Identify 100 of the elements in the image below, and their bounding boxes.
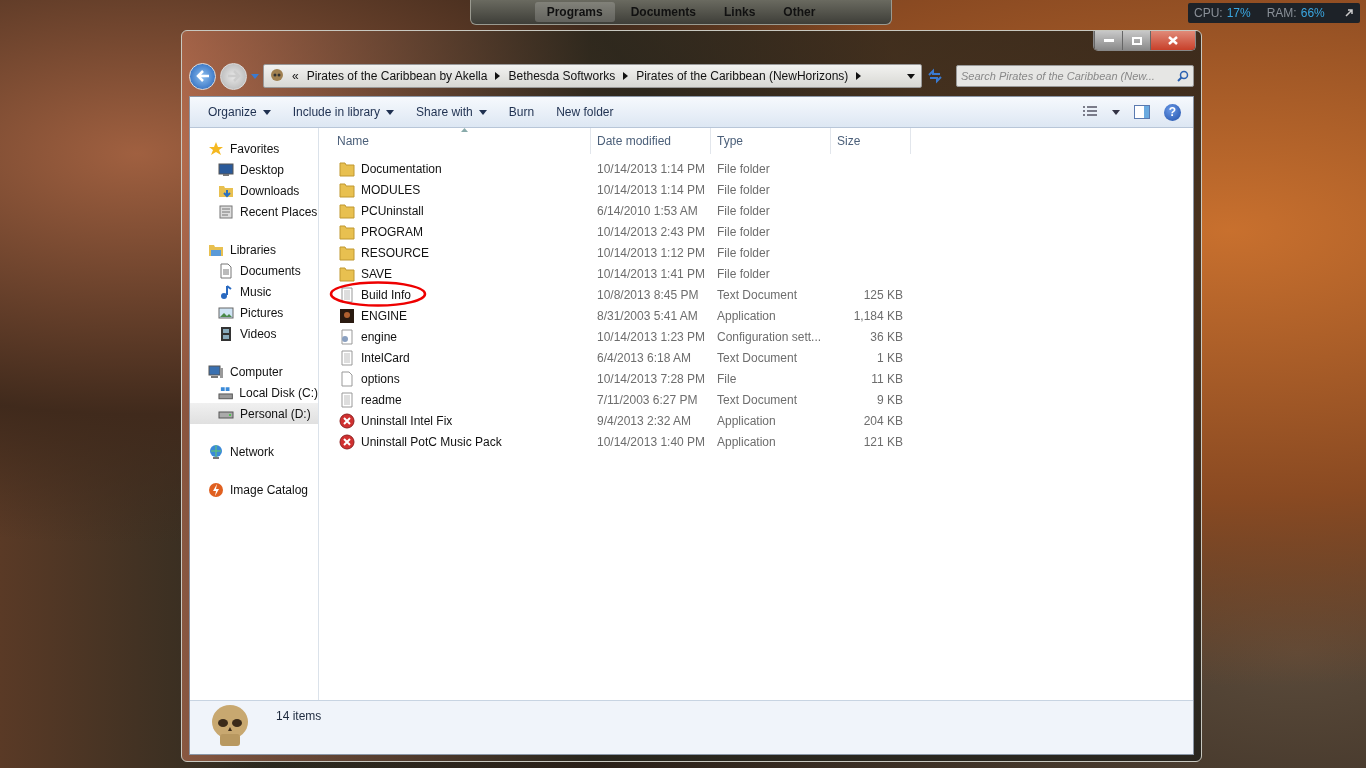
nav-item[interactable]: Favorites bbox=[190, 138, 318, 159]
nav-item[interactable]: Documents bbox=[190, 260, 318, 281]
toolbar-button[interactable]: Burn bbox=[500, 100, 543, 124]
column-header[interactable]: Type bbox=[711, 128, 831, 154]
date-cell-text: 6/4/2013 6:18 AM bbox=[596, 350, 693, 365]
dock-tab[interactable]: Programs bbox=[534, 2, 615, 22]
nav-item[interactable]: Videos bbox=[190, 323, 318, 344]
date-cell-text: 10/14/2013 1:14 PM bbox=[596, 182, 707, 197]
network-icon bbox=[208, 443, 224, 460]
nav-item[interactable]: Recent Places bbox=[190, 201, 318, 222]
nav-item[interactable]: Network bbox=[190, 441, 318, 462]
minimize-button[interactable] bbox=[1094, 31, 1122, 50]
chevron-icon[interactable] bbox=[623, 72, 629, 80]
type-cell-text: Text Document bbox=[716, 392, 799, 407]
date-cell-text: 6/14/2010 1:53 AM bbox=[596, 203, 699, 218]
column-header[interactable]: Date modified bbox=[591, 128, 711, 154]
config-file-icon bbox=[339, 328, 355, 345]
nav-item[interactable]: Computer bbox=[190, 361, 318, 382]
caret-icon bbox=[386, 109, 395, 115]
nav-item[interactable]: Libraries bbox=[190, 239, 318, 260]
forward-button[interactable] bbox=[220, 62, 247, 90]
file-name[interactable]: SAVE bbox=[331, 265, 591, 282]
column-header[interactable]: Size bbox=[831, 128, 911, 154]
nav-item[interactable]: Desktop bbox=[190, 159, 318, 180]
picture-icon bbox=[218, 304, 234, 321]
date-cell-text: 10/8/2013 8:45 PM bbox=[596, 287, 700, 302]
text-document-icon bbox=[339, 286, 355, 303]
preview-pane-icon[interactable] bbox=[1134, 105, 1150, 119]
file-name[interactable]: readme bbox=[331, 391, 591, 408]
expand-arrow-icon[interactable] bbox=[1344, 8, 1354, 18]
date-cell-text: 10/14/2013 2:43 PM bbox=[596, 224, 707, 239]
folder-icon bbox=[339, 244, 355, 261]
size-cell-text: 9 KB bbox=[876, 392, 904, 407]
item-count: 14 items bbox=[276, 709, 322, 723]
file-name[interactable]: Documentation bbox=[331, 160, 591, 177]
nav-item[interactable]: Downloads bbox=[190, 180, 318, 201]
view-list-icon[interactable] bbox=[1082, 105, 1098, 119]
star-icon bbox=[208, 140, 224, 157]
close-button[interactable] bbox=[1150, 31, 1195, 50]
file-name[interactable]: RESOURCE bbox=[331, 244, 591, 261]
maximize-button[interactable] bbox=[1122, 31, 1150, 50]
date-cell-text: 10/14/2013 1:12 PM bbox=[596, 245, 707, 260]
lightning-icon bbox=[208, 481, 224, 498]
file-name[interactable]: IntelCard bbox=[331, 349, 591, 366]
address-bar[interactable]: « Pirates of the Caribbean by Akella Bethesda Softworks Pirates of the Caribbean (NewHorizons) bbox=[263, 64, 922, 88]
type-cell-text: Application bbox=[716, 413, 777, 428]
file-name[interactable]: PCUninstall bbox=[331, 202, 591, 219]
type-cell-text: File folder bbox=[716, 266, 771, 281]
caret-icon bbox=[1112, 109, 1120, 115]
search-field[interactable]: Search Pirates of the Caribbean (New... bbox=[956, 65, 1194, 87]
type-cell-text: File folder bbox=[716, 245, 771, 260]
nav-item[interactable]: Music bbox=[190, 281, 318, 302]
nav-item[interactable]: Personal (D:) bbox=[190, 403, 318, 424]
file-name[interactable]: Build Info bbox=[331, 286, 591, 303]
toolbar-button[interactable]: New folder bbox=[548, 100, 622, 124]
search-icon bbox=[1177, 70, 1189, 82]
breadcrumb-overflow[interactable]: « bbox=[292, 69, 299, 83]
chevron-icon[interactable] bbox=[856, 72, 862, 80]
file-name[interactable]: PROGRAM bbox=[331, 223, 591, 240]
breadcrumb-segment[interactable]: Pirates of the Caribbean by Akella bbox=[306, 69, 488, 83]
nav-item[interactable]: Image Catalog bbox=[190, 479, 318, 500]
computer-icon bbox=[208, 363, 224, 380]
skull-icon bbox=[270, 69, 284, 83]
size-cell-text: 36 KB bbox=[869, 329, 904, 344]
file-name[interactable]: engine bbox=[331, 328, 591, 345]
type-cell-text: Text Document bbox=[716, 287, 799, 302]
type-cell-text: File folder bbox=[716, 224, 771, 239]
chevron-icon[interactable] bbox=[495, 72, 501, 80]
type-cell-text: Text Document bbox=[716, 350, 799, 365]
back-button[interactable] bbox=[189, 62, 216, 90]
size-cell-text: 121 KB bbox=[862, 434, 904, 449]
toolbar-button[interactable]: Share with bbox=[408, 100, 495, 124]
caret-icon bbox=[907, 73, 915, 79]
breadcrumb-segment[interactable]: Pirates of the Caribbean (NewHorizons) bbox=[636, 69, 849, 83]
breadcrumb-segment[interactable]: Bethesda Softworks bbox=[508, 69, 616, 83]
toolbar-button[interactable]: Include in library bbox=[284, 100, 403, 124]
cpu-value: 17% bbox=[1226, 6, 1251, 20]
file-name[interactable]: ENGINE bbox=[331, 307, 591, 324]
document-icon bbox=[218, 262, 234, 279]
file-name[interactable]: MODULES bbox=[331, 181, 591, 198]
folder-icon bbox=[339, 202, 355, 219]
caret-icon bbox=[251, 73, 259, 79]
nav-item[interactable]: Pictures bbox=[190, 302, 318, 323]
toolbar-button[interactable]: Organize bbox=[200, 100, 279, 124]
caret-icon bbox=[262, 109, 271, 115]
date-cell-text: 8/31/2003 5:41 AM bbox=[596, 308, 699, 323]
file-name[interactable]: Uninstall Intel Fix bbox=[331, 412, 591, 429]
refresh-icon[interactable] bbox=[926, 67, 944, 85]
type-cell-text: Application bbox=[716, 308, 777, 323]
file-name[interactable]: Uninstall PotC Music Pack bbox=[331, 433, 591, 450]
size-cell-text: 204 KB bbox=[862, 413, 904, 428]
size-cell-text: 1,184 KB bbox=[852, 308, 904, 323]
text-document-icon bbox=[339, 349, 355, 366]
date-cell-text: 10/14/2013 1:23 PM bbox=[596, 329, 707, 344]
column-header[interactable]: Name bbox=[331, 128, 591, 154]
size-cell-text: 1 KB bbox=[876, 350, 904, 365]
nav-item[interactable]: Local Disk (C:) bbox=[190, 382, 318, 403]
close-icon bbox=[1168, 36, 1178, 45]
file-name[interactable]: options bbox=[331, 370, 591, 387]
maximize-icon bbox=[1131, 36, 1142, 45]
